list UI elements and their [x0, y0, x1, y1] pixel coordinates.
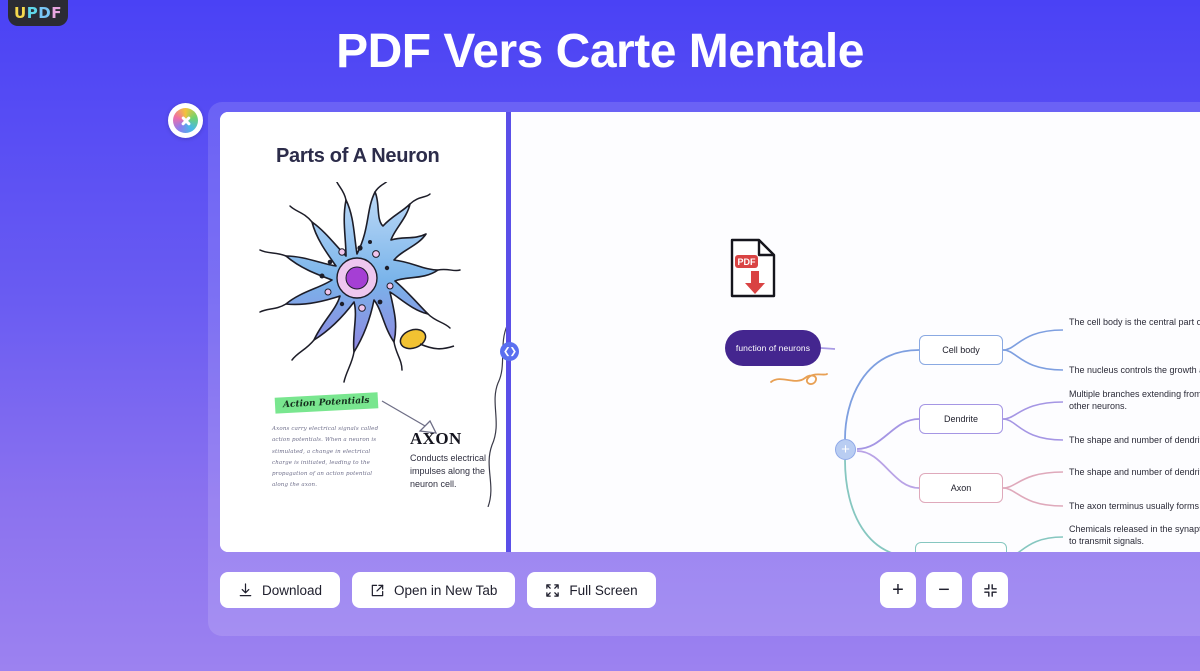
close-button[interactable]	[168, 103, 203, 138]
download-label: Download	[262, 582, 323, 598]
full-screen-button[interactable]: Full Screen	[527, 572, 656, 608]
axon-description: Conducts electrical impulses along the n…	[410, 453, 487, 490]
leaf-cell-body-1: The cell body is the central part of a n…	[1069, 317, 1200, 327]
close-x-icon	[173, 108, 198, 133]
collapse-arrows-icon	[983, 583, 997, 597]
axon-title: AXON	[410, 429, 462, 448]
mindmap-node-neurotransmitter[interactable]: Neurotransmitter	[915, 542, 1007, 552]
mindmap-node-axon[interactable]: Axon	[919, 473, 1003, 503]
leaf-axon-1: The shape and number of dendrites v	[1069, 467, 1200, 477]
updf-logo: UPDF	[8, 0, 68, 26]
action-potentials-highlight: Action Potentials	[274, 392, 378, 414]
neuron-illustration	[259, 182, 461, 383]
svg-text:PDF: PDF	[738, 257, 757, 267]
full-screen-icon	[546, 583, 560, 597]
download-button[interactable]: Download	[220, 572, 341, 608]
mindmap-root-node[interactable]: function of neurons	[725, 330, 821, 366]
leaf-neurotransmitter-1: Chemicals released in the synaptic ga me…	[1069, 524, 1200, 547]
external-link-icon	[371, 584, 384, 596]
pane-divider[interactable]	[506, 112, 511, 552]
mindmap-node-dendrite[interactable]: Dendrite	[919, 404, 1003, 434]
leaf-cell-body-2: The nucleus controls the growth and	[1069, 365, 1200, 375]
logo-letter-d: D	[38, 4, 52, 22]
open-new-tab-button[interactable]: Open in New Tab	[352, 572, 516, 608]
open-new-tab-label: Open in New Tab	[394, 582, 498, 598]
zoom-out-button[interactable]: −	[926, 572, 962, 608]
full-screen-label: Full Screen	[569, 582, 638, 598]
mindmap-connectors	[820, 329, 1064, 552]
leaf-dendrite-2: The shape and number of dendrites v	[1069, 435, 1200, 445]
download-icon	[239, 582, 252, 596]
leaf-axon-2: The axon terminus usually forms the	[1069, 501, 1200, 511]
mindmap-pane[interactable]: PDF function of neurons + Cell body Dend…	[511, 112, 1200, 552]
logo-letter-p: P	[26, 4, 39, 22]
mindmap-node-cell-body[interactable]: Cell body	[919, 335, 1003, 365]
page-title: PDF Vers Carte Mentale	[336, 25, 864, 78]
pdf-file-icon: PDF	[730, 238, 776, 298]
zoom-controls: + −	[880, 572, 1008, 608]
minus-icon: −	[938, 579, 950, 601]
pdf-heading: Parts of A Neuron	[276, 145, 440, 167]
zoom-in-button[interactable]: +	[880, 572, 916, 608]
orange-squiggle-decoration	[770, 373, 828, 385]
pdf-preview-pane[interactable]: Parts of A Neuron Action Potentials Axon…	[220, 112, 513, 552]
bottom-toolbar: Download Open in New Tab Full Screen	[220, 572, 656, 608]
logo-letter-u: U	[14, 4, 27, 22]
plus-icon: +	[892, 579, 904, 601]
handwritten-paragraph: Axons carry electrical signals called ac…	[272, 426, 379, 489]
fit-to-screen-button[interactable]	[972, 572, 1008, 608]
document-viewport[interactable]: Parts of A Neuron Action Potentials Axon…	[220, 112, 1200, 552]
resize-handle-icon[interactable]: ❮❯	[500, 342, 519, 361]
logo-letter-f: F	[51, 4, 62, 22]
expand-plus-button[interactable]: +	[835, 439, 856, 460]
leaf-dendrite-1: Multiple branches extending from the sig…	[1069, 389, 1200, 412]
